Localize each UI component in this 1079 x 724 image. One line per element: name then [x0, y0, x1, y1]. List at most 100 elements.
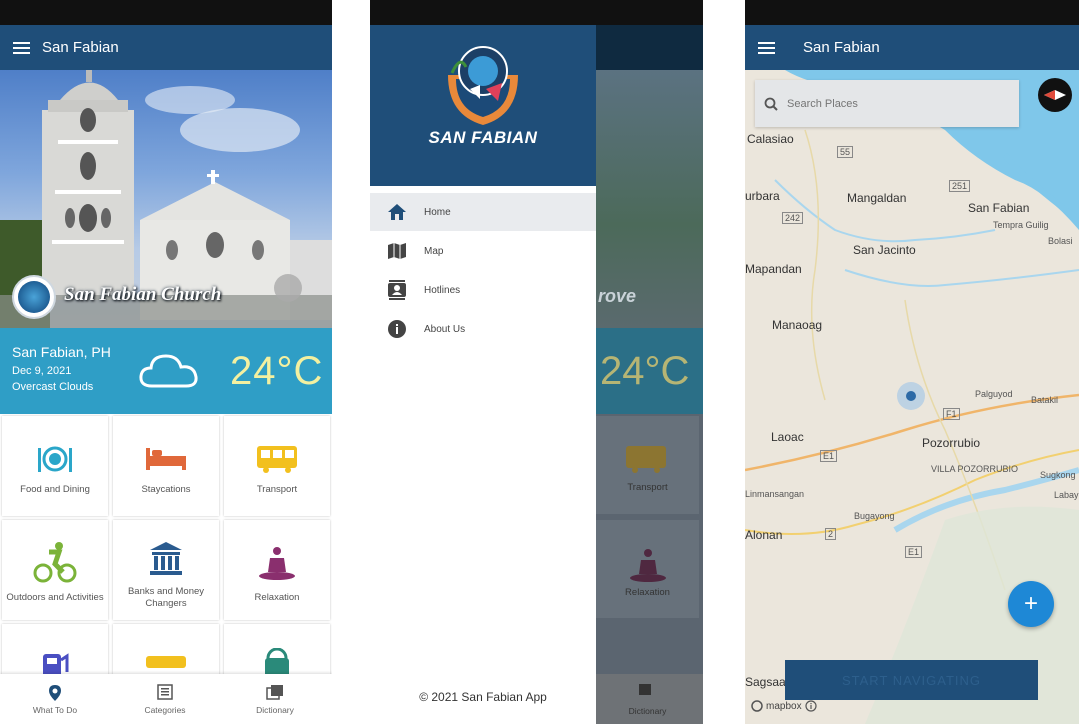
bottom-navigation: What To Do Categories Dictionary — [0, 674, 332, 724]
category-transport[interactable]: Transport — [224, 416, 330, 516]
weather-date: Dec 9, 2021 — [12, 365, 72, 377]
attribution-text: mapbox — [766, 700, 802, 712]
weather-place: San Fabian, PH — [12, 344, 111, 360]
nav-what-to-do[interactable]: What To Do — [0, 674, 110, 724]
category-staycations[interactable]: Staycations — [113, 416, 219, 516]
weather-card: San Fabian, PH Dec 9, 2021 Overcast Clou… — [0, 328, 332, 414]
map-place-label: VILLA POZORRUBIO — [931, 464, 1019, 474]
map-place-label: Laoac — [771, 430, 804, 444]
drawer-item-label: About Us — [424, 323, 466, 335]
map-place-label: Calasiao — [747, 132, 794, 146]
category-outdoors-and-activities[interactable]: Outdoors and Activities — [2, 520, 108, 620]
book-icon — [634, 683, 652, 704]
map-place-label: San Fabian — [968, 201, 1030, 215]
map-place-label: Pozorrubio — [922, 436, 981, 450]
app-title: San Fabian — [803, 39, 880, 56]
municipal-seal-icon — [12, 275, 56, 319]
category-label: Staycations — [141, 484, 191, 495]
app-bar: San Fabian — [745, 25, 1079, 70]
add-button[interactable]: + — [1008, 581, 1054, 627]
temperature-partial: 24°C — [600, 349, 690, 393]
map-place-label: urbara — [745, 189, 780, 203]
dimmed-background[interactable]: rove 24°C Transport Relaxation Dictionar… — [596, 0, 703, 724]
cyclist-icon — [33, 542, 77, 583]
drawer-header: SAN FABIAN — [370, 25, 596, 186]
meditation-icon — [628, 548, 668, 589]
category-banks-and-money-changers[interactable]: Banks and Money Changers — [113, 520, 219, 620]
home-icon — [388, 204, 406, 220]
search-bar[interactable] — [755, 80, 1019, 127]
start-navigating-button[interactable]: START NAVIGATING — [785, 660, 1038, 700]
map-place-label: Sugkong — [1040, 470, 1076, 480]
category-label: Banks and Money Changers — [127, 586, 205, 609]
transport-label-partial: Transport — [627, 482, 668, 493]
bus-icon — [624, 444, 668, 479]
drawer-item-label: Home — [424, 206, 451, 218]
navigation-drawer: SAN FABIAN Home Map Hotlines About Us © … — [370, 0, 596, 724]
map-attribution[interactable]: mapbox — [751, 700, 817, 712]
category-label: Food and Dining — [20, 484, 90, 495]
weather-temperature: 24°C — [230, 349, 324, 393]
drawer-item-map[interactable]: Map — [370, 232, 596, 270]
book-icon — [266, 685, 283, 700]
drawer-screen: rove 24°C Transport Relaxation Dictionar… — [370, 0, 703, 724]
map-place-label: Palguyod — [975, 389, 1013, 399]
map-place-label: Linmansangan — [745, 489, 805, 499]
list-icon — [157, 684, 173, 700]
plus-icon: + — [1023, 590, 1038, 617]
hamburger-icon — [757, 41, 775, 54]
map-place-label: Mapandan — [745, 262, 802, 276]
category-label: Outdoors and Activities — [6, 592, 104, 603]
search-input[interactable] — [787, 97, 987, 110]
map-place-label: Labayug — [1054, 490, 1079, 500]
map-place-label: Alonan — [745, 528, 783, 542]
hero-image: San Fabian Church — [0, 70, 332, 328]
category-label: Transport — [256, 484, 298, 495]
cloud-icon — [139, 354, 198, 388]
copyright-text: © 2021 San Fabian App — [419, 690, 547, 704]
app-title: San Fabian — [42, 39, 119, 56]
map-place-label: San Jacinto — [853, 243, 916, 257]
location-pin-icon — [49, 685, 61, 701]
map-place-label: Bugayong — [854, 511, 895, 521]
meditation-icon — [259, 547, 295, 580]
drawer-item-hotlines[interactable]: Hotlines — [370, 271, 596, 309]
category-label: Relaxation — [254, 592, 300, 603]
nav-label: Categories — [144, 705, 186, 715]
map-place-label: Bolasi — [1048, 236, 1073, 246]
category-food-and-dining[interactable]: Food and Dining — [2, 416, 108, 516]
app-bar: San Fabian — [0, 25, 332, 70]
drawer-item-label: Map — [424, 245, 444, 257]
nav-categories[interactable]: Categories — [110, 674, 220, 724]
drawer-item-about-us[interactable]: About Us — [370, 310, 596, 348]
status-bar — [370, 0, 596, 25]
search-icon — [764, 97, 778, 111]
drawer-item-label: Hotlines — [424, 284, 461, 296]
compass-button[interactable] — [1038, 78, 1072, 112]
contacts-icon — [388, 280, 406, 300]
market-icon — [146, 656, 186, 668]
category-relaxation[interactable]: Relaxation — [224, 520, 330, 620]
logo-text: SAN FABIAN — [428, 128, 538, 147]
road-shield: E1 — [820, 450, 838, 462]
bank-icon — [150, 542, 182, 575]
nav-dictionary[interactable]: Dictionary — [220, 674, 330, 724]
nav-label: What To Do — [32, 705, 78, 715]
info-icon[interactable] — [804, 700, 817, 712]
menu-button[interactable] — [0, 25, 42, 70]
menu-button[interactable] — [745, 25, 787, 70]
san-fabian-logo-icon — [448, 46, 518, 125]
drawer-item-home[interactable]: Home — [370, 193, 596, 231]
nav-label: Dictionary — [256, 705, 294, 715]
road-shield: 55 — [837, 146, 854, 158]
road-shield: 2 — [825, 528, 837, 540]
dining-icon — [38, 446, 72, 472]
road-shield: 251 — [949, 180, 971, 192]
hero-caption: San Fabian Church — [64, 284, 222, 305]
dictionary-label-partial: Dictionary — [628, 706, 667, 716]
status-bar — [745, 0, 1079, 25]
hamburger-icon — [12, 41, 30, 54]
mapbox-logo-icon — [751, 700, 763, 712]
map-screen: San Fabian Calasiao Mangaldan San Fabian… — [745, 0, 1079, 724]
map-icon — [388, 243, 406, 259]
